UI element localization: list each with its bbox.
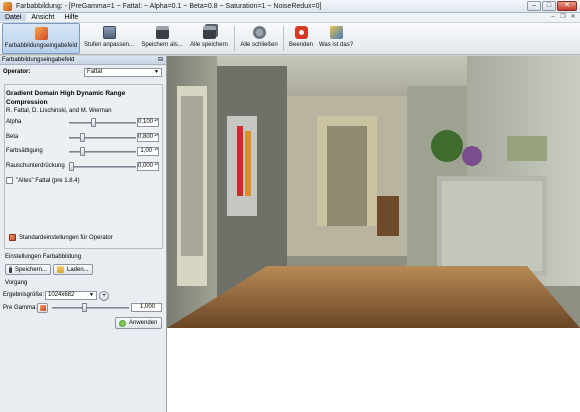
tool-label: Was ist das? (318, 42, 354, 48)
app-icon (3, 1, 12, 11)
noise-reduction-slider-track[interactable] (69, 166, 136, 168)
tool-whats-this[interactable]: Was ist das? (316, 23, 356, 54)
tool-label: Speichern als... (141, 42, 183, 48)
panel-title-text: Farbabbildungseingabefeld (2, 57, 75, 63)
toolbar-separator (283, 26, 284, 51)
reset-defaults-button[interactable]: Standardeinstellungen für Operator (6, 232, 116, 243)
beta-label: Beta (6, 134, 19, 140)
pregamma-slider-track[interactable] (52, 307, 129, 309)
menu-ansicht[interactable]: Ansicht (26, 14, 59, 21)
folder-open-icon (57, 266, 64, 273)
save-all-icon (202, 26, 216, 39)
save-as-icon (155, 26, 169, 39)
menu-hilfe[interactable]: Hilfe (59, 14, 83, 21)
pregamma-label: Pre Gamma: (3, 305, 38, 311)
load-settings-button[interactable]: Laden... (53, 264, 93, 275)
algorithm-title: Gradient Domain High Dynamic Range Compr… (6, 90, 126, 106)
mdi-close-button[interactable]: ✕ (569, 14, 577, 21)
chevron-down-icon: ▼ (154, 69, 159, 75)
old-fattal-label: "Altes" Fattal (pre 1.8.4) (16, 177, 80, 184)
reset-icon (40, 305, 46, 311)
load-settings-label: Laden... (67, 266, 89, 273)
old-fattal-row: "Altes" Fattal (pre 1.8.4) (6, 177, 80, 184)
operator-label: Operator: (3, 69, 31, 75)
tonemap-panel-icon (34, 27, 48, 40)
tool-quit[interactable]: Beenden (286, 23, 316, 54)
reset-icon (9, 234, 16, 241)
beta-slider-track[interactable] (69, 137, 136, 139)
alpha-row: Alpha 0,100 (6, 118, 161, 128)
pregamma-spinbox[interactable]: 1,000 (131, 303, 162, 312)
close-button[interactable]: ✕ (557, 1, 577, 11)
tool-label: Beenden (288, 42, 314, 48)
save-settings-button[interactable]: Speichern... (5, 264, 51, 275)
saturation-spinbox[interactable]: 1,00 (137, 147, 159, 156)
save-icon (9, 266, 12, 273)
noise-reduction-spinbox[interactable]: 0,000 (137, 162, 159, 171)
minimize-button[interactable]: – (527, 1, 541, 11)
maximize-button[interactable]: □ (542, 1, 556, 11)
noise-reduction-slider-thumb[interactable] (69, 162, 74, 171)
operator-value: Fattal (87, 69, 103, 75)
pregamma-reset-button[interactable] (37, 303, 48, 313)
toolbar: Farbabbildungseingabefeld Stufen anpasse… (0, 23, 580, 55)
whats-this-icon (329, 26, 343, 39)
noise-reduction-row: Rauschunterdrückung 0,000 (6, 162, 161, 172)
tool-levels[interactable]: Stufen anpassen... (80, 23, 138, 54)
quit-icon (294, 26, 308, 39)
levels-icon (102, 26, 116, 39)
tool-close-all[interactable]: Alle schließen (237, 23, 281, 54)
alpha-label: Alpha (6, 119, 22, 125)
saturation-row: Farbsättigung 1,00 (6, 147, 161, 157)
beta-slider-thumb[interactable] (80, 133, 86, 142)
process-section-label: Vorgang (5, 280, 28, 286)
save-settings-label: Speichern... (14, 266, 47, 273)
apply-label: Anwenden (129, 320, 158, 326)
tool-save-as[interactable]: Speichern als... (138, 23, 186, 54)
menu-datei[interactable]: Datei (0, 14, 27, 21)
window-controls: – □ ✕ (527, 1, 577, 11)
toolbar-separator (234, 26, 235, 51)
mdi-controls: – ❐ ✕ (549, 14, 577, 21)
title-bar: Farbabbildung: - [PreGamma=1 ~ Fattal: ~… (0, 0, 580, 13)
tool-label: Alle schließen (240, 42, 278, 48)
apply-button[interactable]: Anwenden (115, 317, 162, 329)
chevron-down-icon: ▼ (89, 292, 94, 298)
saturation-slider-track[interactable] (69, 151, 136, 153)
alpha-slider-thumb[interactable] (90, 118, 96, 127)
result-size-value: 1024x682 (48, 292, 75, 298)
add-size-button[interactable]: + (99, 291, 109, 301)
tool-label: Stufen anpassen... (83, 42, 135, 48)
mdi-restore-button[interactable]: ❐ (559, 14, 567, 21)
menu-bar: Datei Ansicht Hilfe – ❐ ✕ (0, 13, 580, 23)
tool-tonemap-panel[interactable]: Farbabbildungseingabefeld (2, 23, 80, 54)
close-all-icon (252, 26, 266, 39)
undock-icon[interactable]: ⊟ (158, 56, 163, 65)
tool-label: Alle speichern (190, 42, 228, 48)
old-fattal-checkbox[interactable] (6, 177, 13, 184)
apply-icon (119, 319, 126, 327)
result-size-select[interactable]: 1024x682 ▼ (45, 291, 97, 300)
mdi-minimize-button[interactable]: – (549, 14, 557, 21)
beta-spinbox[interactable]: 0,800 (137, 133, 159, 142)
tool-save-all[interactable]: Alle speichern (186, 23, 232, 54)
algorithm-authors: R. Fattal, D. Lischinski, and M. Werman (6, 108, 112, 114)
tonemapped-image (167, 56, 580, 328)
reset-defaults-label: Standardeinstellungen für Operator (19, 234, 113, 241)
window-title: Farbabbildung: - [PreGamma=1 ~ Fattal: ~… (16, 2, 322, 10)
tool-label: Farbabbildungseingabefeld (4, 43, 78, 49)
image-canvas[interactable] (167, 56, 580, 412)
beta-row: Beta 0,800 (6, 133, 161, 143)
panel-title: Farbabbildungseingabefeld ⊟ (0, 56, 166, 65)
operator-select[interactable]: Fattal ▼ (84, 68, 162, 77)
result-size-label: Ergebnisgröße: (3, 292, 45, 298)
settings-section-label: Einstellungen Farbabbildung (5, 254, 82, 260)
saturation-slider-thumb[interactable] (80, 147, 86, 156)
saturation-label: Farbsättigung (6, 148, 43, 154)
alpha-spinbox[interactable]: 0,100 (137, 118, 159, 127)
alpha-slider-track[interactable] (69, 122, 136, 124)
noise-reduction-label: Rauschunterdrückung (6, 163, 65, 169)
pregamma-slider-thumb[interactable] (82, 303, 88, 312)
